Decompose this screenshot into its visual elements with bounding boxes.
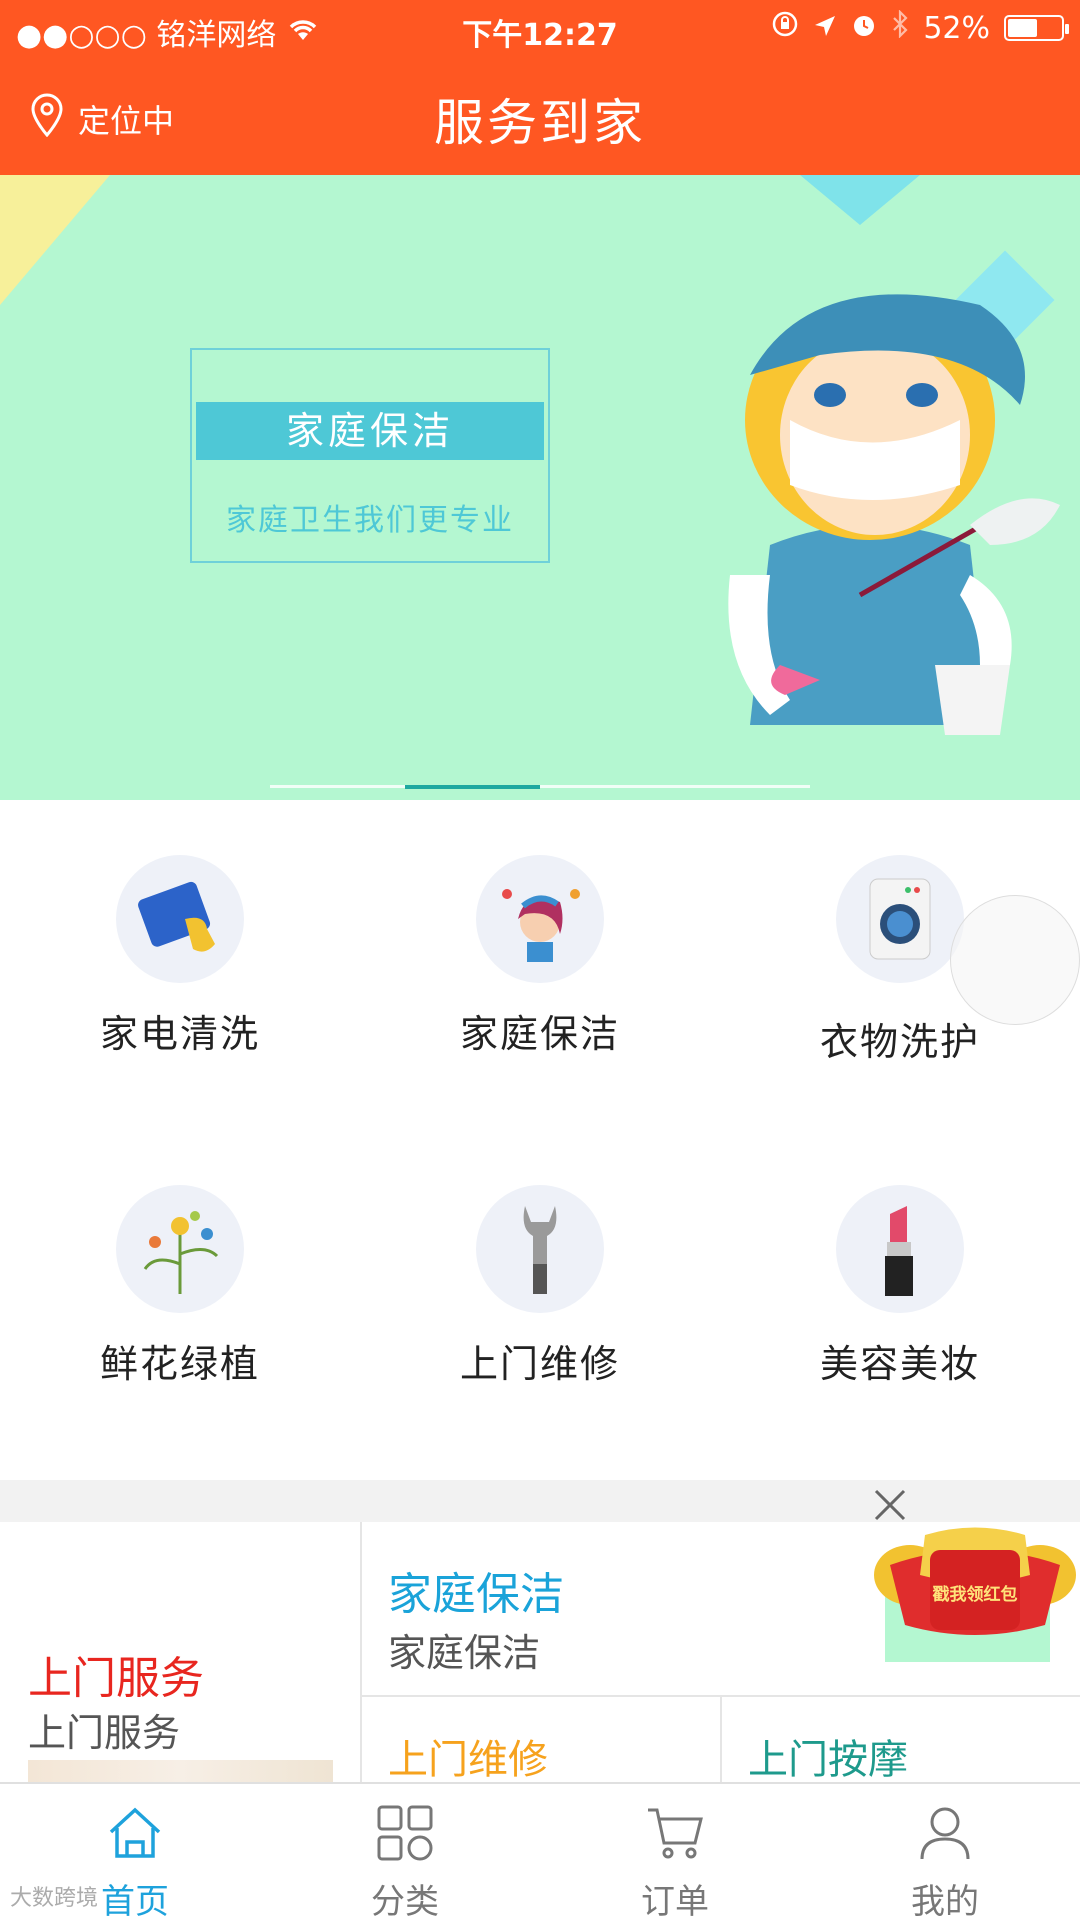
bottom-tab-bar: 首页 分类 订单 我的 [0, 1782, 1080, 1920]
red-packet-label: 戳我领红包 [933, 1584, 1018, 1605]
washing-machine-icon [836, 855, 964, 983]
category-grid: 家电清洗 家庭保洁 衣物洗护 鲜花绿植 上门维修 美容美妆 [0, 800, 1080, 1480]
lipstick-icon [836, 1185, 964, 1313]
sponge-icon [116, 855, 244, 983]
banner-slogan: 家庭卫生我们更专业 [226, 503, 514, 538]
page-title: 服务到家 [434, 94, 646, 152]
service-image [28, 1760, 333, 1782]
battery-percent: 52% [923, 10, 990, 46]
tab-category[interactable]: 分类 [270, 1784, 540, 1920]
flowers-icon [116, 1185, 244, 1313]
tab-orders[interactable]: 订单 [540, 1784, 810, 1920]
carousel-indicator[interactable] [270, 785, 810, 789]
category-repair[interactable]: 上门维修 [360, 1130, 720, 1460]
banner-heading: 家庭保洁 [196, 402, 544, 460]
orientation-lock-icon [771, 10, 799, 46]
banner-decor [800, 175, 920, 225]
promo-banner[interactable]: 家庭保洁 家庭卫生我们更专业 [0, 175, 1080, 800]
carousel-dot-active[interactable] [405, 785, 540, 789]
home-icon [0, 1802, 270, 1864]
service-title: 上门服务 [28, 1653, 204, 1704]
tab-label: 订单 [641, 1882, 709, 1920]
service-card-repair[interactable]: 上门维修 [362, 1697, 722, 1783]
banner-decor [0, 175, 110, 305]
category-label: 上门维修 [459, 1342, 620, 1386]
category-label: 鲜花绿植 [99, 1342, 260, 1386]
category-label: 家电清洗 [99, 1012, 260, 1056]
location-arrow-icon [813, 11, 837, 46]
service-title: 上门维修 [388, 1737, 548, 1783]
carousel-dot[interactable] [675, 785, 810, 788]
category-home-cleaning[interactable]: 家庭保洁 [360, 800, 720, 1130]
category-label: 美容美妆 [819, 1342, 980, 1386]
floating-assistive-button[interactable] [950, 895, 1080, 1025]
service-card-home-visit[interactable]: 上门服务 上门服务 [0, 1522, 362, 1782]
cart-icon [540, 1802, 810, 1864]
cleaning-lady-illustration [728, 294, 1060, 735]
service-title: 家庭保洁 [388, 1569, 564, 1620]
bluetooth-icon [891, 9, 909, 46]
tab-mine[interactable]: 我的 [810, 1784, 1080, 1920]
watermark: 大数跨境 [10, 1886, 99, 1911]
status-bar: ●●○○○ 铭洋网络 下午12:27 52% [0, 0, 1080, 55]
category-beauty[interactable]: 美容美妆 [720, 1130, 1080, 1460]
carousel-dot[interactable] [540, 785, 675, 788]
carousel-dot[interactable] [270, 785, 405, 788]
banner-text-box: 家庭保洁 家庭卫生我们更专业 [190, 348, 550, 563]
wrench-icon [476, 1185, 604, 1313]
service-subtitle: 家庭保洁 [388, 1631, 541, 1675]
service-card-massage[interactable]: 上门按摩 [722, 1697, 1080, 1783]
tab-label: 分类 [371, 1882, 439, 1920]
nav-header: 定位中 服务到家 [0, 55, 1080, 175]
category-label: 家庭保洁 [459, 1012, 620, 1056]
alarm-icon [851, 11, 877, 46]
person-icon [810, 1802, 1080, 1864]
top-bar: ●●○○○ 铭洋网络 下午12:27 52% 定位中 服务到家 [0, 0, 1080, 175]
red-packet-button[interactable]: 戳我领红包 [870, 1515, 1080, 1645]
tab-label: 我的 [911, 1882, 979, 1920]
service-title: 上门按摩 [748, 1737, 908, 1783]
cleaning-lady-icon [476, 855, 604, 983]
category-appliance-cleaning[interactable]: 家电清洗 [0, 800, 360, 1130]
category-flowers[interactable]: 鲜花绿植 [0, 1130, 360, 1460]
battery-icon [1004, 15, 1069, 41]
service-subtitle: 上门服务 [28, 1711, 181, 1755]
grid-icon [270, 1802, 540, 1864]
